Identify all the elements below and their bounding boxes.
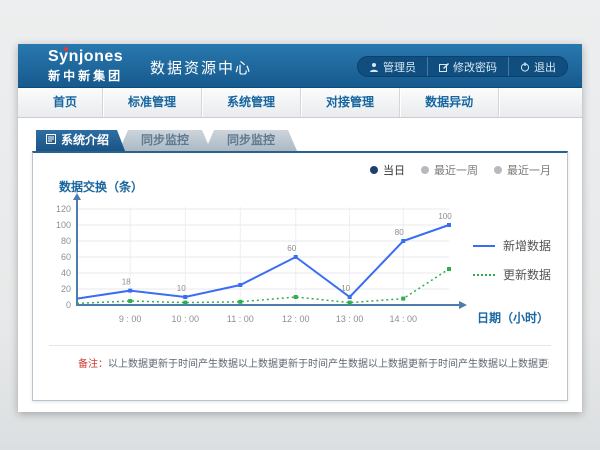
svg-text:10 : 00: 10 : 00: [171, 314, 199, 324]
user-menu-admin[interactable]: 管理员: [358, 57, 427, 76]
svg-text:60: 60: [287, 244, 296, 253]
user-menu-label: 管理员: [383, 59, 416, 75]
user-menu-change-password[interactable]: 修改密码: [427, 57, 508, 76]
page-title: 数据资源中心: [150, 57, 252, 78]
svg-text:9 : 00: 9 : 00: [119, 314, 142, 324]
nav-item-standards[interactable]: 标准管理: [103, 88, 202, 117]
svg-text:0: 0: [66, 300, 71, 310]
note-text: 以上数据更新于时间产生数据以上数据更新于时间产生数据以上数据更新于时间产生数据以…: [108, 359, 549, 370]
radio-last-week[interactable]: 最近一周: [421, 162, 478, 178]
app-window: Synjones 新中新集团 数据资源中心 管理员 修改密码: [18, 44, 582, 412]
time-range-filter: 当日 最近一周 最近一月: [370, 162, 551, 178]
tab-bar: 系统介绍 同步监控 同步监控: [36, 130, 568, 151]
radio-last-month[interactable]: 最近一月: [494, 162, 551, 178]
company-logo: Synjones 新中新集团: [48, 48, 123, 84]
nav-item-data-change[interactable]: 数据异动: [400, 88, 499, 117]
legend-item-new-data: 新增数据: [473, 237, 551, 254]
svg-text:10: 10: [177, 284, 186, 293]
svg-text:14 : 00: 14 : 00: [389, 314, 417, 324]
user-icon: [369, 62, 379, 72]
svg-text:18: 18: [122, 278, 131, 287]
svg-text:11 : 00: 11 : 00: [227, 314, 254, 324]
legend-label: 更新数据: [503, 266, 551, 283]
svg-text:10: 10: [341, 284, 350, 293]
radio-selected-icon: [370, 166, 378, 174]
footer-note: 备注：以上数据更新于时间产生数据以上数据更新于时间产生数据以上数据更新于时间产生…: [78, 355, 549, 370]
tab-sync-monitor-1[interactable]: 同步监控: [119, 130, 211, 151]
main-nav: 首页 标准管理 系统管理 对接管理 数据异动: [18, 88, 582, 118]
logo-text: Synjones: [48, 48, 123, 66]
edit-icon: [439, 62, 449, 72]
user-menu-label: 修改密码: [453, 59, 497, 75]
legend-label: 新增数据: [503, 237, 551, 254]
logo-accent-dot: [64, 47, 68, 51]
document-icon: [46, 130, 56, 151]
svg-text:60: 60: [61, 252, 71, 262]
svg-text:20: 20: [61, 284, 71, 294]
svg-text:120: 120: [56, 204, 71, 214]
chart-panel: 当日 最近一周 最近一月 数据交换（条） 9 : 0010 : 0011 : 0…: [32, 151, 568, 401]
dotted-line-icon: [473, 274, 495, 276]
panel-divider: [49, 345, 551, 346]
user-menu-logout[interactable]: 退出: [508, 57, 567, 76]
svg-text:13 : 00: 13 : 00: [336, 314, 364, 324]
svg-text:100: 100: [56, 220, 71, 230]
tab-label: 系统介绍: [61, 130, 109, 151]
nav-item-home[interactable]: 首页: [28, 88, 103, 117]
nav-item-system[interactable]: 系统管理: [202, 88, 301, 117]
x-axis-title: 日期（小时）: [477, 309, 549, 326]
app-header: Synjones 新中新集团 数据资源中心 管理员 修改密码: [18, 44, 582, 88]
tab-sync-monitor-2[interactable]: 同步监控: [205, 130, 297, 151]
radio-label: 最近一月: [507, 162, 551, 178]
user-menu: 管理员 修改密码 退出: [357, 56, 568, 77]
radio-unselected-icon: [494, 166, 502, 174]
tab-system-intro[interactable]: 系统介绍: [36, 130, 125, 151]
solid-line-icon: [473, 245, 495, 247]
radio-today[interactable]: 当日: [370, 162, 405, 178]
page: Synjones 新中新集团 数据资源中心 管理员 修改密码: [0, 0, 600, 450]
svg-text:40: 40: [61, 268, 71, 278]
chart-legend: 新增数据 更新数据: [473, 237, 551, 295]
logout-icon: [520, 62, 530, 72]
legend-item-updated-data: 更新数据: [473, 266, 551, 283]
user-menu-label: 退出: [534, 59, 556, 75]
radio-label: 当日: [383, 162, 405, 178]
svg-text:12 : 00: 12 : 00: [282, 314, 310, 324]
nav-item-interface[interactable]: 对接管理: [301, 88, 400, 117]
radio-label: 最近一周: [434, 162, 478, 178]
svg-text:100: 100: [438, 212, 452, 221]
content-area: 系统介绍 同步监控 同步监控 当日 最近一周: [18, 118, 582, 401]
svg-text:80: 80: [395, 228, 404, 237]
svg-text:80: 80: [61, 236, 71, 246]
logo-subtext: 新中新集团: [48, 67, 123, 84]
note-label: 备注：: [78, 359, 108, 370]
radio-unselected-icon: [421, 166, 429, 174]
